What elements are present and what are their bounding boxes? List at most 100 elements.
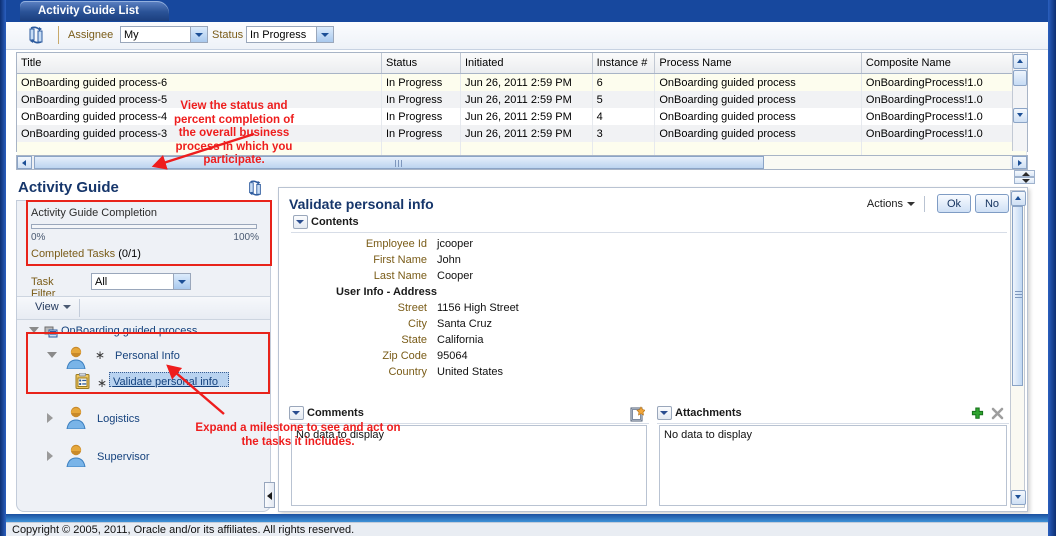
field-label: Last Name (373, 270, 427, 282)
comments-panel: Comments No data to display (289, 406, 649, 506)
collapse-arrow-icon[interactable] (47, 413, 57, 424)
status-value: In Progress (250, 29, 307, 41)
section-divider (291, 232, 1007, 233)
ok-button[interactable]: Ok (936, 194, 971, 213)
status-select[interactable]: In Progress (246, 26, 334, 43)
scroll-left-icon[interactable] (17, 156, 32, 169)
cell-process-name: OnBoarding guided process (654, 73, 862, 91)
chevron-down-icon (173, 274, 190, 289)
scroll-down-icon[interactable] (1013, 108, 1028, 123)
column-header-instance[interactable]: Instance # (592, 53, 656, 74)
scrollbar-thumb[interactable] (34, 156, 764, 169)
footer-gradient (6, 514, 1048, 522)
collapse-arrow-icon[interactable] (47, 451, 57, 462)
disclosure-icon[interactable] (657, 406, 672, 420)
attachments-empty-message: No data to display (659, 425, 1007, 506)
cell-initiated: Jun 26, 2011 2:59 PM (460, 125, 593, 142)
form-row: Employee Id jcooper (297, 236, 717, 252)
cell-instance: 4 (592, 108, 656, 125)
cell-process-name: OnBoarding guided process (654, 108, 862, 125)
add-attachment-icon[interactable] (970, 407, 985, 421)
add-comment-icon[interactable] (630, 406, 645, 422)
form-row: Country United States (297, 364, 717, 380)
panel-splitter[interactable] (1014, 170, 1036, 186)
field-label: City (408, 318, 427, 330)
contents-section-header[interactable]: Contents (293, 215, 359, 231)
cell-composite-name: OnBoardingProcess!1.0 (861, 73, 1028, 91)
filter-toolbar: Assignee My Status In Progress (6, 22, 1048, 50)
refresh-icon[interactable] (26, 26, 46, 45)
tab-strip: Activity Guide List (6, 0, 1048, 22)
view-menu-button[interactable]: View (35, 301, 71, 313)
no-button[interactable]: No (974, 194, 1009, 213)
attachments-section-header[interactable]: Attachments (657, 406, 742, 422)
page-body: Assignee My Status In Progress Title Sta… (6, 22, 1048, 514)
panel-collapse-handle[interactable] (264, 482, 275, 508)
form-group-header: User Info - Address (297, 284, 717, 300)
chevron-down-icon (907, 202, 915, 207)
cell-initiated: Jun 26, 2011 2:59 PM (460, 108, 593, 125)
activity-guide-title: Activity Guide (18, 179, 119, 196)
task-filter-select[interactable]: All (91, 273, 191, 290)
column-header-status[interactable]: Status (381, 53, 461, 74)
form-row: First Name John (297, 252, 717, 268)
toolbar-divider (58, 26, 59, 44)
table-header-row: Title Status Initiated Instance # Proces… (17, 53, 1028, 74)
scrollbar-thumb[interactable] (1013, 70, 1027, 86)
annotation-top: View the status and percent completion o… (173, 100, 295, 166)
cell-process-name: OnBoarding guided process (654, 91, 862, 108)
actions-menu-button[interactable]: Actions (867, 198, 915, 210)
column-header-title[interactable]: Title (17, 53, 382, 74)
column-header-composite-name[interactable]: Composite Name (861, 53, 1028, 74)
disclosure-icon[interactable] (289, 406, 304, 420)
cell-status: In Progress (381, 73, 461, 91)
comments-section-header[interactable]: Comments (289, 406, 364, 422)
cell-status: In Progress (381, 108, 461, 125)
column-header-initiated[interactable]: Initiated (460, 53, 593, 74)
splitter-down-icon[interactable] (1014, 177, 1035, 184)
cell-initiated: Jun 26, 2011 2:59 PM (460, 91, 593, 108)
tree-node-label: Supervisor (97, 451, 150, 463)
window-right-border (1048, 0, 1056, 536)
field-value: Cooper (437, 270, 474, 282)
scroll-down-icon[interactable] (1011, 490, 1026, 505)
cell-composite-name: OnBoardingProcess!1.0 (861, 125, 1028, 142)
field-value: 95064 (437, 350, 468, 362)
splitter-up-icon[interactable] (1014, 170, 1035, 177)
contents-label: Contents (311, 215, 359, 228)
form-row: Street 1156 High Street (297, 300, 717, 316)
table-vertical-scrollbar[interactable] (1012, 53, 1028, 151)
field-value: John (437, 254, 461, 266)
detail-title: Validate personal info (289, 196, 434, 212)
field-label: Street (397, 302, 427, 314)
cell-instance: 3 (592, 125, 656, 142)
field-value: jcooper (437, 238, 474, 250)
table-row[interactable]: OnBoarding guided process-6 In Progress … (17, 73, 1028, 91)
delete-attachment-icon[interactable] (990, 407, 1005, 421)
view-label: View (35, 301, 59, 313)
application-window: Activity Guide List Assignee My Status I… (0, 0, 1056, 536)
scroll-up-icon[interactable] (1011, 191, 1026, 206)
tree-toolbar: View (17, 296, 270, 320)
scroll-right-icon[interactable] (1012, 156, 1027, 169)
tree-node-label: Logistics (97, 413, 140, 425)
highlight-milestone (26, 332, 270, 394)
status-label: Status (212, 29, 244, 41)
detail-vertical-scrollbar[interactable] (1010, 190, 1026, 508)
field-value: California (437, 334, 484, 346)
scrollbar-thumb[interactable] (1012, 206, 1023, 386)
disclosure-icon[interactable] (293, 215, 308, 229)
column-header-process-name[interactable]: Process Name (654, 53, 862, 74)
scroll-up-icon[interactable] (1013, 54, 1028, 69)
task-filter-value: All (95, 276, 108, 288)
user-icon (65, 443, 87, 467)
cell-initiated: Jun 26, 2011 2:59 PM (460, 73, 593, 91)
refresh-icon[interactable] (246, 180, 264, 197)
assignee-select[interactable]: My (120, 26, 208, 43)
attachments-panel: Attachments No data to display (657, 406, 1009, 506)
assignee-value: My (124, 29, 139, 41)
form-row: Zip Code 95064 (297, 348, 717, 364)
highlight-completion (26, 200, 272, 266)
field-value: United States (437, 366, 504, 378)
tab-activity-guide-list[interactable]: Activity Guide List (20, 1, 169, 21)
